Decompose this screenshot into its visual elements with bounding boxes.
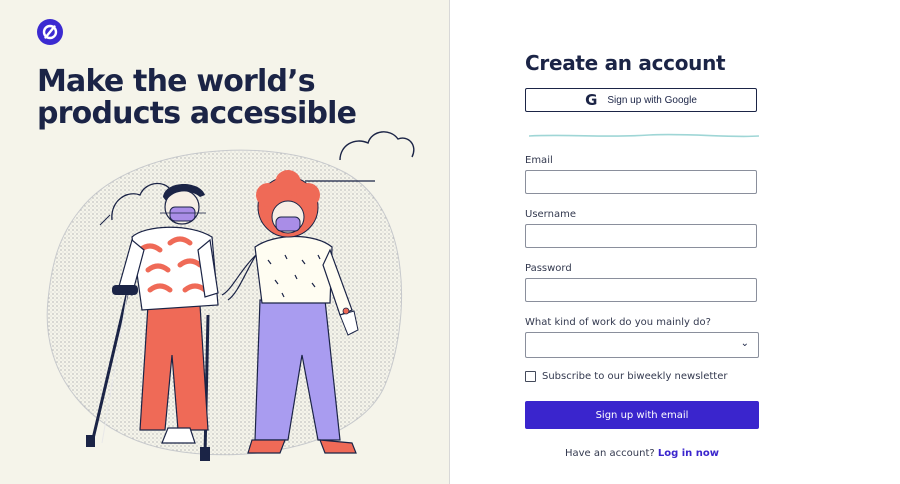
google-icon: G [585,91,598,109]
chevron-down-icon: ⌄ [740,338,749,349]
email-field[interactable] [525,170,757,194]
work-select-label: What kind of work do you mainly do? [525,317,711,328]
signup-page: Make the world’s products accessible Cre… [0,0,900,484]
hero-headline: Make the world’s products accessible [37,64,357,131]
email-signup-button[interactable]: Sign up with email [525,401,759,429]
login-link[interactable]: Log in now [658,448,719,459]
username-field[interactable] [525,224,757,248]
hero-panel: Make the world’s products accessible [0,0,450,484]
login-prompt: Have an account? Log in now [525,448,759,459]
logo-icon[interactable] [37,19,63,45]
newsletter-label: Subscribe to our biweekly newsletter [542,371,728,382]
form-title: Create an account [525,51,726,75]
divider [529,133,759,138]
username-label: Username [525,209,576,220]
newsletter-checkbox[interactable] [525,371,536,382]
login-prompt-text: Have an account? [564,448,655,459]
signup-panel: Create an account G Sign up with Google … [450,0,900,484]
google-signup-label: Sign up with Google [607,94,697,106]
accessibility-illustration [46,131,415,461]
newsletter-row: Subscribe to our biweekly newsletter [525,371,727,382]
google-signup-button[interactable]: G Sign up with Google [525,88,757,112]
email-label: Email [525,155,553,166]
password-label: Password [525,263,572,274]
password-field[interactable] [525,278,757,302]
work-select[interactable]: ⌄ [525,332,759,358]
